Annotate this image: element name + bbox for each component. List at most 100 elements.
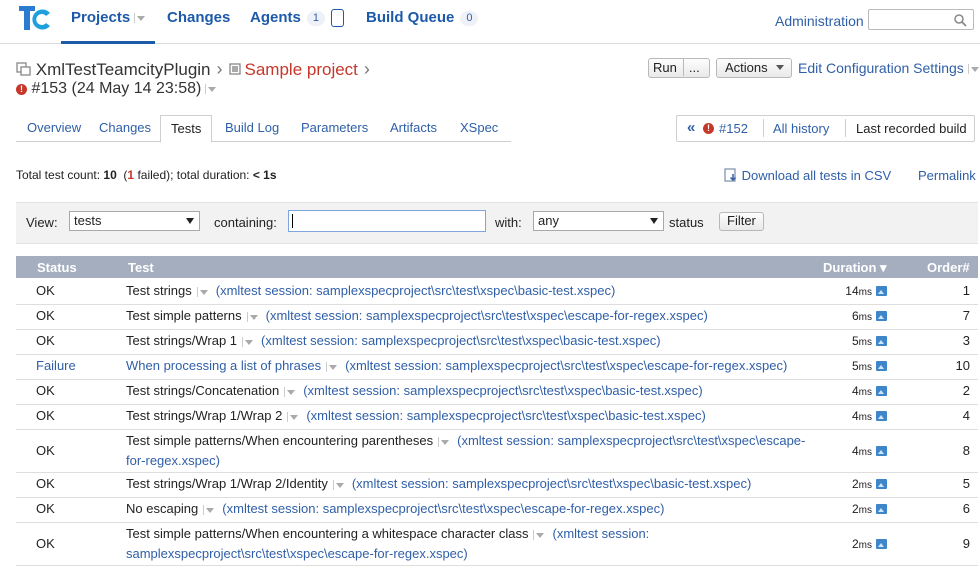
test-name[interactable]: When processing a list of phrases — [126, 358, 321, 373]
test-actions-caret-icon[interactable] — [246, 311, 258, 322]
run-button[interactable]: Run... — [648, 58, 710, 78]
view-select[interactable]: tests — [69, 211, 200, 231]
duration-graph-icon[interactable] — [876, 336, 887, 346]
tab-overview[interactable]: Overview — [27, 115, 81, 141]
tab-xspec[interactable]: XSpec — [460, 115, 498, 141]
tab-artifacts[interactable]: Artifacts — [390, 115, 437, 141]
tests-table-header: Status Test Duration ▾ Order# — [16, 256, 978, 278]
search-input[interactable] — [868, 9, 974, 30]
duration-graph-icon[interactable] — [876, 286, 887, 296]
previous-build-icon[interactable]: « — [687, 119, 695, 136]
duration-graph-icon[interactable] — [876, 361, 887, 371]
build-queue-count-badge: 0 — [460, 10, 479, 26]
test-session-link[interactable]: (xmltest session: samplexspecproject\src… — [222, 501, 664, 516]
duration-unit: ms — [858, 362, 872, 373]
test-session-link[interactable]: (xmltest session: samplexspecproject\src… — [345, 358, 787, 373]
permalink-link[interactable]: Permalink — [918, 168, 976, 183]
test-actions-caret-icon[interactable] — [332, 479, 344, 490]
last-recorded-build-label: Last recorded build — [856, 121, 967, 136]
nav-tab-build-queue[interactable]: Build Queue 0 — [366, 0, 479, 41]
test-session-link[interactable]: (xmltest session: samplexspecproject\src… — [306, 408, 706, 423]
chevron-down-icon — [650, 218, 658, 224]
error-status-icon: ! — [16, 84, 27, 95]
test-column-header[interactable]: Test — [128, 260, 154, 275]
download-csv-link[interactable]: Download all tests in CSV — [724, 168, 891, 183]
test-name-cell: Test simple patterns (xmltest session: sa… — [126, 306, 806, 326]
test-order: 4 — [962, 408, 970, 423]
test-name[interactable]: Test strings/Wrap 1 — [126, 333, 237, 348]
test-name[interactable]: Test strings/Wrap 1/Wrap 2/Identity — [126, 476, 328, 491]
duration-graph-icon[interactable] — [876, 539, 887, 549]
build-dropdown-caret-icon[interactable] — [205, 83, 217, 94]
administration-link[interactable]: Administration — [775, 13, 864, 29]
filter-button[interactable]: Filter — [719, 212, 764, 231]
order-column-header[interactable]: Order# — [927, 260, 970, 275]
nav-tab-projects[interactable]: Projects — [61, 0, 156, 44]
test-actions-caret-icon[interactable] — [438, 436, 450, 447]
test-status: OK — [36, 443, 55, 458]
test-actions-caret-icon[interactable] — [533, 529, 545, 540]
chevron-right-icon: › — [363, 59, 370, 79]
test-name[interactable]: Test simple patterns/When encountering a… — [126, 526, 528, 541]
table-row: OK Test simple patterns (xmltest session: … — [16, 304, 978, 330]
test-session-link[interactable]: (xmltest session: samplexspecproject\src… — [266, 308, 708, 323]
test-actions-caret-icon[interactable] — [326, 361, 338, 372]
duration-unit: ms — [858, 287, 872, 298]
nav-tab-agents[interactable]: Agents 1 — [250, 0, 344, 41]
nav-tab-changes[interactable]: Changes — [167, 0, 230, 41]
test-session-link[interactable]: (xmltest session: samplexspecproject\src… — [352, 476, 752, 491]
test-actions-caret-icon[interactable] — [242, 336, 254, 347]
breadcrumb-project[interactable]: Sample project — [245, 60, 358, 79]
test-status[interactable]: Failure — [36, 358, 76, 373]
test-session-link[interactable]: (xmltest session: samplexspecproject\src… — [303, 383, 703, 398]
duration-graph-icon[interactable] — [876, 411, 887, 421]
status-select[interactable]: any — [533, 211, 664, 231]
test-name[interactable]: Test simple patterns/When encountering p… — [126, 433, 433, 448]
test-session-link[interactable]: (xmltest session: samplexspecproject\src… — [261, 333, 661, 348]
tab-changes[interactable]: Changes — [99, 115, 151, 141]
tab-build-log[interactable]: Build Log — [225, 115, 279, 141]
duration-column-header[interactable]: Duration ▾ — [823, 260, 887, 276]
previous-build-link[interactable]: #152 — [719, 121, 748, 136]
test-status: OK — [36, 283, 55, 298]
run-options-button[interactable]: ... — [682, 59, 705, 76]
duration-graph-icon[interactable] — [876, 504, 887, 514]
edit-dropdown-caret-icon[interactable] — [967, 64, 979, 75]
status-column-header[interactable]: Status — [37, 260, 77, 275]
test-duration-value: 5 — [851, 334, 859, 348]
actions-dropdown[interactable]: Actions — [716, 58, 793, 78]
test-name[interactable]: Test strings/Concatenation — [126, 383, 279, 398]
tab-tests[interactable]: Tests — [160, 115, 213, 143]
test-name[interactable]: Test simple patterns — [126, 308, 242, 323]
test-name[interactable]: No escaping — [126, 501, 198, 516]
test-duration: 4ms — [804, 409, 872, 423]
duration-graph-icon[interactable] — [876, 446, 887, 456]
duration-unit: ms — [858, 387, 872, 398]
nav-tab-build-queue-label: Build Queue — [366, 9, 455, 26]
tab-parameters[interactable]: Parameters — [301, 115, 368, 141]
duration-graph-icon[interactable] — [876, 479, 887, 489]
test-name[interactable]: Test strings/Wrap 1/Wrap 2 — [126, 408, 282, 423]
test-session-link[interactable]: (xmltest session: samplexspecproject\src… — [216, 283, 616, 298]
download-csv-label: Download all tests in CSV — [741, 168, 892, 183]
projects-dropdown-caret-icon[interactable] — [134, 13, 146, 24]
test-order: 1 — [962, 283, 970, 298]
duration-unit: ms — [858, 540, 872, 551]
divider — [763, 119, 764, 137]
test-name[interactable]: Test strings — [126, 283, 192, 298]
all-history-link[interactable]: All history — [773, 121, 829, 136]
test-actions-caret-icon[interactable] — [203, 504, 215, 515]
breadcrumb-root-project[interactable]: XmlTestTeamcityPlugin — [36, 60, 211, 79]
test-actions-caret-icon[interactable] — [287, 411, 299, 422]
edit-configuration-settings-link[interactable]: Edit Configuration Settings — [798, 60, 979, 76]
test-duration: 2ms — [804, 477, 872, 491]
breadcrumb: XmlTestTeamcityPlugin › Sample project › — [16, 59, 376, 80]
test-actions-caret-icon[interactable] — [196, 286, 208, 297]
duration-graph-icon[interactable] — [876, 386, 887, 396]
build-number: #153 (24 May 14 23:58) — [31, 80, 202, 97]
duration-graph-icon[interactable] — [876, 311, 887, 321]
teamcity-logo[interactable] — [19, 4, 53, 34]
test-actions-caret-icon[interactable] — [284, 386, 296, 397]
test-status: OK — [36, 536, 55, 551]
containing-search-input[interactable] — [288, 210, 486, 232]
